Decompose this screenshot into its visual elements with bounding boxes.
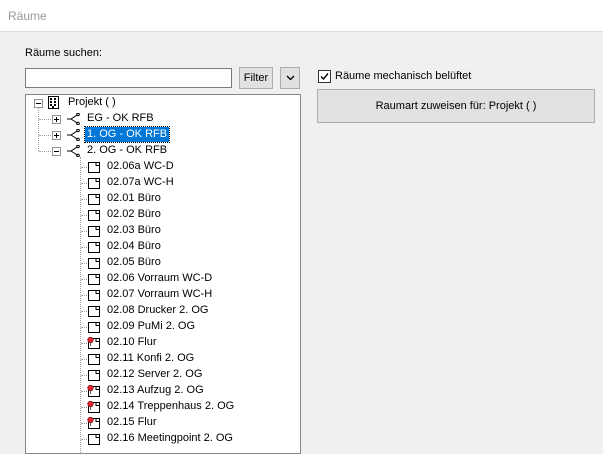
search-label: Räume suchen:: [25, 47, 103, 59]
chevron-down-icon: [286, 75, 294, 81]
room-icon: [88, 306, 100, 317]
tree-room-label[interactable]: 02.12 Server 2. OG: [105, 367, 204, 382]
tree-connector: [39, 119, 53, 120]
room-icon: [88, 162, 100, 173]
tree-room[interactable]: 02.12 Server 2. OG: [26, 367, 296, 383]
tree-room[interactable]: 02.03 Büro: [26, 223, 296, 239]
tree-room-label[interactable]: 02.09 PuMi 2. OG: [105, 319, 197, 334]
tree-level-label[interactable]: 2. OG - OK RFB: [85, 143, 169, 158]
tree-room[interactable]: 02.08 Drucker 2. OG: [26, 303, 296, 319]
tree-room[interactable]: 02.16 Meetingpoint 2. OG: [26, 431, 296, 447]
room-icon: [88, 242, 100, 253]
expand-icon[interactable]: [52, 131, 61, 140]
search-input[interactable]: [25, 68, 232, 88]
room-icon: [88, 370, 100, 381]
level-icon: [67, 145, 80, 157]
tree-room-label[interactable]: 02.03 Büro: [105, 223, 163, 238]
tree-room[interactable]: 02.14 Treppenhaus 2. OG: [26, 399, 296, 415]
room-icon: [87, 384, 100, 397]
tree-room[interactable]: 02.09 PuMi 2. OG: [26, 319, 296, 335]
room-icon: [87, 416, 100, 429]
tree-room-label[interactable]: 02.01 Büro: [105, 191, 163, 206]
mech-vent-option[interactable]: Räume mechanisch belüftet: [318, 68, 471, 84]
assign-room-type-button[interactable]: Raumart zuweisen für: Projekt ( ): [317, 89, 595, 123]
expand-icon[interactable]: [52, 115, 61, 124]
tree-room-label[interactable]: 02.05 Büro: [105, 255, 163, 270]
tree-room[interactable]: 02.06a WC-D: [26, 159, 296, 175]
level-icon: [67, 113, 80, 125]
tree-room-label[interactable]: 02.10 Flur: [105, 335, 159, 350]
room-icon: [88, 274, 100, 285]
room-icon: [88, 178, 100, 189]
room-tree[interactable]: Projekt ( ) EG - OK RFB 1. OG - OK RFB 2…: [25, 94, 301, 454]
room-icon: [88, 322, 100, 333]
checkmark-icon: [320, 72, 329, 80]
tree-room-label[interactable]: 02.08 Drucker 2. OG: [105, 303, 211, 318]
tree-level-label[interactable]: 1. OG - OK RFB: [83, 126, 171, 143]
tree-room-label[interactable]: 02.13 Aufzug 2. OG: [105, 383, 206, 398]
tree-room[interactable]: 02.04 Büro: [26, 239, 296, 255]
room-icon: [88, 258, 100, 269]
building-icon: [48, 96, 59, 109]
tree-root[interactable]: Projekt ( ): [26, 95, 296, 111]
room-icon: [87, 336, 100, 349]
title-bar: Räume: [0, 0, 603, 32]
room-icon: [87, 400, 100, 413]
tree-room-label[interactable]: 02.06 Vorraum WC-D: [105, 271, 214, 286]
room-icon: [88, 290, 100, 301]
filter-button[interactable]: Filter: [239, 67, 273, 89]
tree-room-label[interactable]: 02.15 Flur: [105, 415, 159, 430]
mech-vent-checkbox[interactable]: [318, 69, 331, 83]
tree-room-label[interactable]: 02.14 Treppenhaus 2. OG: [105, 399, 236, 414]
collapse-icon[interactable]: [52, 147, 61, 156]
tree-room[interactable]: 02.02 Büro: [26, 207, 296, 223]
tree-connector: [39, 135, 53, 136]
tree-level-label[interactable]: EG - OK RFB: [85, 111, 156, 126]
tree-level[interactable]: 2. OG - OK RFB: [26, 143, 296, 159]
tree-room-label[interactable]: 02.11 Konfi 2. OG: [105, 351, 196, 366]
filter-options-button[interactable]: [280, 67, 300, 89]
tree-room-label[interactable]: 02.07 Vorraum WC-H: [105, 287, 214, 302]
tree-room[interactable]: 02.11 Konfi 2. OG: [26, 351, 296, 367]
tree-room-label[interactable]: 02.06a WC-D: [105, 159, 176, 174]
window-title: Räume: [8, 9, 47, 23]
tree-room[interactable]: 02.15 Flur: [26, 415, 296, 431]
room-icon: [88, 210, 100, 221]
collapse-icon[interactable]: [34, 99, 43, 108]
tree-room-label[interactable]: 02.07a WC-H: [105, 175, 176, 190]
tree-room[interactable]: 02.07 Vorraum WC-H: [26, 287, 296, 303]
tree-room[interactable]: 02.07a WC-H: [26, 175, 296, 191]
tree-level[interactable]: EG - OK RFB: [26, 111, 296, 127]
level-icon: [67, 129, 80, 141]
tree-room-label[interactable]: 02.04 Büro: [105, 239, 163, 254]
tree-room[interactable]: 02.05 Büro: [26, 255, 296, 271]
mech-vent-label: Räume mechanisch belüftet: [335, 70, 472, 82]
tree-room[interactable]: 02.13 Aufzug 2. OG: [26, 383, 296, 399]
tree-room-label[interactable]: 02.16 Meetingpoint 2. OG: [105, 431, 235, 446]
room-icon: [88, 434, 100, 445]
tree-level[interactable]: 1. OG - OK RFB: [26, 126, 296, 143]
tree-root-label[interactable]: Projekt ( ): [66, 95, 118, 110]
tree-room[interactable]: 02.01 Büro: [26, 191, 296, 207]
room-icon: [88, 226, 100, 237]
tree-room[interactable]: 02.06 Vorraum WC-D: [26, 271, 296, 287]
tree-room[interactable]: 02.10 Flur: [26, 335, 296, 351]
tree-connector: [39, 151, 53, 152]
tree-room-label[interactable]: 02.02 Büro: [105, 207, 163, 222]
room-icon: [88, 354, 100, 365]
room-icon: [88, 194, 100, 205]
